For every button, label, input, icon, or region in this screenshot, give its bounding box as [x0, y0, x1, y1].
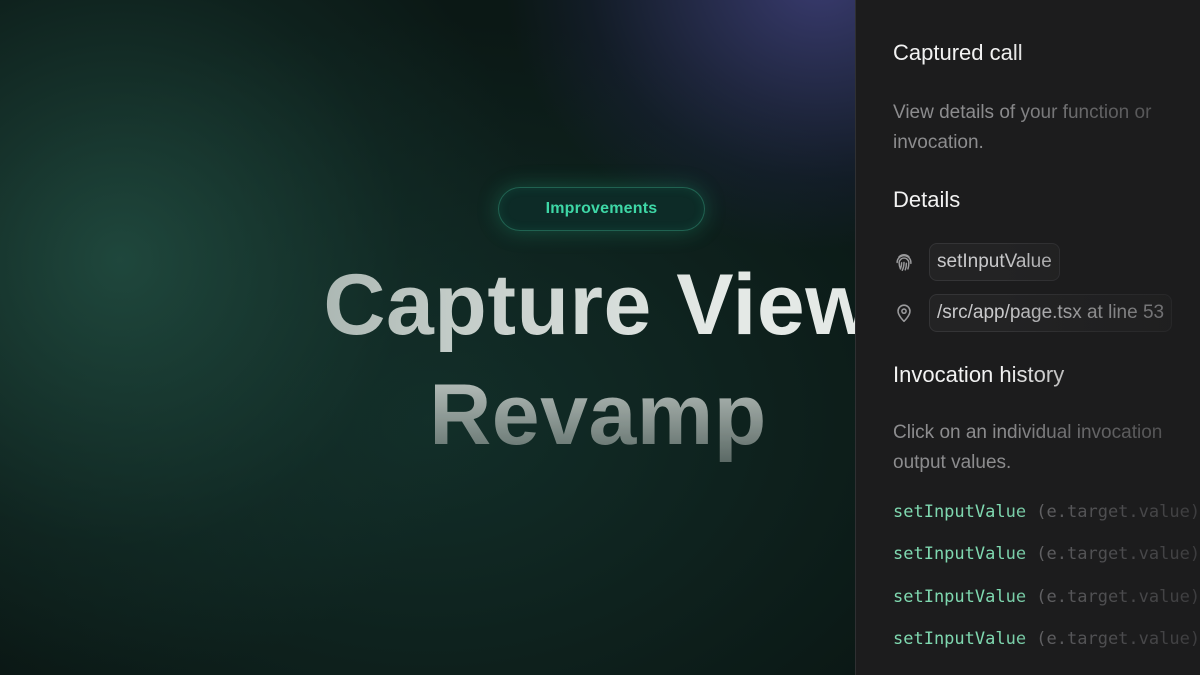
function-name-chip[interactable]: setInputValue [929, 243, 1060, 281]
source-location-chip[interactable]: /src/app/page.tsx at line 53 [929, 294, 1173, 332]
hero-title-clip: Capture View Revamp [0, 0, 855, 675]
invocation-args: (e.target.value) [1026, 502, 1200, 522]
panel-description-line-2: invocation. [893, 132, 984, 153]
invocation-function: setInputValue [893, 544, 1027, 564]
hero-banner: Improvements Capture View Revamp [0, 0, 855, 675]
map-pin-icon [893, 302, 915, 324]
invocation-function: setInputValue [893, 587, 1027, 607]
invocation-args: (e.target.value) [1026, 544, 1200, 564]
invocation-item[interactable]: setInputValue (e.target.value) [893, 544, 1200, 564]
fingerprint-icon [893, 251, 915, 273]
invocation-args: (e.target.value) [1026, 629, 1200, 649]
invocation-history-description: Click on an individual invocation output… [893, 418, 1200, 478]
detail-source-location: /src/app/page.tsx at line 53 [893, 294, 1173, 332]
details-heading: Details [893, 187, 961, 212]
hero-title-line-1: Capture View [0, 250, 855, 360]
invocation-function: setInputValue [893, 502, 1027, 522]
detail-function-name: setInputValue [893, 243, 1060, 281]
history-description-line-1: Click on an individual invocation [893, 422, 1163, 443]
invocation-history-heading: Invocation history [893, 362, 1065, 387]
invocation-item[interactable]: setInputValue (e.target.value) [893, 587, 1200, 607]
panel-description-line-1: View details of your function or [893, 102, 1152, 123]
captured-call-panel: Captured call View details of your funct… [855, 0, 1200, 675]
panel-description: View details of your function or invocat… [893, 98, 1200, 158]
invocation-function: setInputValue [893, 629, 1027, 649]
invocation-item[interactable]: setInputValue (e.target.value) [893, 629, 1200, 649]
panel-title: Captured call [893, 40, 1023, 65]
history-description-line-2: output values. [893, 452, 1012, 473]
hero-title-line-2: Revamp [0, 360, 855, 470]
invocation-item[interactable]: setInputValue (e.target.value) [893, 502, 1200, 522]
hero-title: Capture View Revamp [0, 250, 855, 470]
invocation-args: (e.target.value) [1026, 587, 1200, 607]
